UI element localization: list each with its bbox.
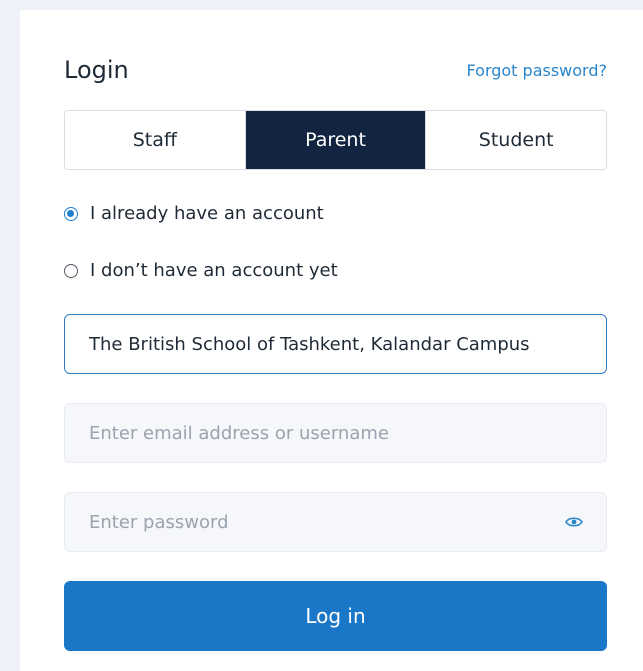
school-field[interactable] xyxy=(64,314,607,374)
radio-checked-icon[interactable] xyxy=(64,206,78,221)
school-input[interactable] xyxy=(87,332,584,356)
password-field[interactable] xyxy=(64,492,607,552)
radio-existing-account[interactable]: I already have an account xyxy=(64,203,324,224)
radio-new-account[interactable]: I don’t have an account yet xyxy=(64,260,338,281)
role-tabs: Staff Parent Student xyxy=(64,110,607,170)
email-field[interactable] xyxy=(64,403,607,463)
page-title: Login xyxy=(64,56,129,84)
tab-parent[interactable]: Parent xyxy=(245,111,427,169)
radio-unchecked-icon[interactable] xyxy=(64,263,78,278)
radio-new-label: I don’t have an account yet xyxy=(90,260,338,281)
tab-staff[interactable]: Staff xyxy=(65,111,246,169)
email-input[interactable] xyxy=(87,421,584,445)
login-button[interactable]: Log in xyxy=(64,581,607,651)
tab-student[interactable]: Student xyxy=(426,111,606,169)
radio-existing-label: I already have an account xyxy=(90,203,324,224)
login-card: Login Forgot password? Staff Parent Stud… xyxy=(20,10,643,671)
login-header: Login Forgot password? xyxy=(64,50,607,90)
eye-icon[interactable] xyxy=(564,511,584,533)
password-input[interactable] xyxy=(87,510,554,534)
forgot-password-link[interactable]: Forgot password? xyxy=(467,61,607,80)
